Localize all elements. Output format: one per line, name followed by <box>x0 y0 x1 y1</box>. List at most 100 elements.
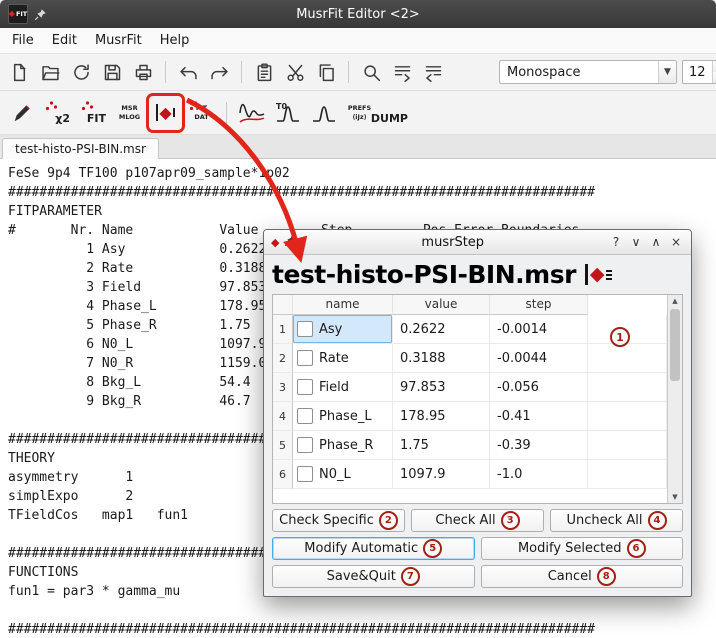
button-label: Check All <box>435 513 495 528</box>
menu-edit[interactable]: Edit <box>43 30 86 51</box>
dialog-body: test-histo-PSI-BIN.msr ◆ namevaluestep 1… <box>264 255 691 596</box>
cancel-button[interactable]: Cancel8 <box>481 565 684 588</box>
dialog-close-button[interactable]: × <box>668 236 684 248</box>
undo-icon[interactable] <box>175 59 201 85</box>
param-checkbox[interactable] <box>297 379 313 395</box>
param-step-cell[interactable]: -0.056 <box>490 373 588 402</box>
menu-file[interactable]: File <box>3 30 43 51</box>
param-name-cell[interactable]: Rate <box>293 344 393 373</box>
annotation-badge-8: 8 <box>597 567 616 586</box>
chevron-down-icon[interactable]: ▼ <box>658 61 676 83</box>
uncheck-all-button[interactable]: Uncheck All4 <box>550 509 683 532</box>
empty-cell <box>588 402 667 431</box>
dialog-unshade-button[interactable]: ∧ <box>648 236 664 248</box>
param-checkbox[interactable] <box>297 350 313 366</box>
tab-msr-file[interactable]: test-histo-PSI-BIN.msr <box>2 138 159 159</box>
copy-icon[interactable] <box>313 59 339 85</box>
cut-icon[interactable] <box>282 59 308 85</box>
param-name-label: Asy <box>319 322 342 337</box>
scroll-down-icon[interactable]: ▼ <box>668 491 682 503</box>
menu-help[interactable]: Help <box>151 30 199 51</box>
column-header-value[interactable]: value <box>393 295 490 315</box>
font-family-value: Monospace <box>500 65 658 80</box>
param-name-cell[interactable]: Phase_R <box>293 431 393 460</box>
dump-icon[interactable]: DUMP <box>380 97 411 129</box>
print-icon[interactable] <box>130 59 156 85</box>
modify-automatic-button[interactable]: Modify Automatic5 <box>272 537 475 560</box>
save-icon[interactable] <box>99 59 125 85</box>
musrfit-app-icon: ◆FIT <box>8 4 28 24</box>
dialog-help-button[interactable]: ? <box>608 236 624 248</box>
toolbar-separator <box>348 61 349 83</box>
param-value-cell[interactable]: 0.3188 <box>393 344 490 373</box>
icon-label: DAT <box>194 113 208 121</box>
column-header-name[interactable]: name <box>293 295 393 315</box>
param-step-cell[interactable]: -1.0 <box>490 460 588 489</box>
scrollbar-thumb[interactable] <box>670 309 680 381</box>
new-file-icon[interactable] <box>6 59 32 85</box>
fourier-icon[interactable] <box>308 97 339 129</box>
pin-icon[interactable] <box>284 234 297 251</box>
table-scrollbar[interactable]: ▲ ▼ <box>667 295 682 503</box>
toolbar-separator <box>226 102 227 124</box>
scroll-up-icon[interactable]: ▲ <box>668 295 682 307</box>
musrfit-data-icon[interactable]: FITDAT <box>186 97 217 129</box>
musrstep-icon[interactable]: ◆ <box>150 97 181 129</box>
t0-icon[interactable]: T0 <box>272 97 303 129</box>
font-family-combobox[interactable]: Monospace ▼ <box>499 60 677 84</box>
param-checkbox[interactable] <box>297 408 313 424</box>
menu-musrfit[interactable]: MusrFit <box>86 30 151 51</box>
toolbar-separator <box>241 61 242 83</box>
screen: { "window": { "title": "MusrFit Editor <… <box>0 0 716 638</box>
paste-icon[interactable] <box>251 59 277 85</box>
param-value-cell[interactable]: 178.95 <box>393 402 490 431</box>
param-value-cell[interactable]: 97.853 <box>393 373 490 402</box>
row-number: 3 <box>273 373 293 402</box>
open-file-icon[interactable] <box>37 59 63 85</box>
window-title: MusrFit Editor <2> <box>0 7 716 22</box>
param-name-cell[interactable]: Field <box>293 373 393 402</box>
font-size-value: 12 <box>683 61 712 83</box>
param-name-cell[interactable]: N0_L <box>293 460 393 489</box>
column-header-step[interactable]: step <box>490 295 588 315</box>
icon-label: FIT <box>87 112 106 126</box>
dialog-shade-button[interactable]: ∨ <box>628 236 644 248</box>
param-checkbox[interactable] <box>297 466 313 482</box>
param-value-cell[interactable]: 0.2622 <box>393 315 490 344</box>
modify-selected-button[interactable]: Modify Selected6 <box>481 537 684 560</box>
check-specific-button[interactable]: Check Specific2 <box>272 509 405 532</box>
param-checkbox[interactable] <box>297 321 313 337</box>
icon-label: χ2 <box>55 112 70 126</box>
musrview-icon[interactable] <box>236 97 267 129</box>
musrwiz-icon[interactable] <box>6 97 37 129</box>
param-step-cell[interactable]: -0.41 <box>490 402 588 431</box>
button-label: Modify Selected <box>518 541 622 556</box>
table-header-row: namevaluestep <box>273 295 667 315</box>
find-icon[interactable] <box>358 59 384 85</box>
swap-msr-mlog-icon[interactable]: MSRMLOG <box>114 97 145 129</box>
find-prev-icon[interactable] <box>420 59 446 85</box>
param-row: 3Field97.853-0.056 <box>273 373 667 402</box>
calc-chisq-icon[interactable]: χ2 <box>42 97 73 129</box>
save-quit-button[interactable]: Save&Quit7 <box>272 565 475 588</box>
reload-icon[interactable] <box>68 59 94 85</box>
param-step-cell[interactable]: -0.0014 <box>490 315 588 344</box>
param-value-cell[interactable]: 1.75 <box>393 431 490 460</box>
musrfit-icon[interactable]: FIT <box>78 97 109 129</box>
parameter-table: namevaluestep 1Asy0.2622-0.00142Rate0.31… <box>272 294 683 504</box>
param-name-cell[interactable]: Phase_L <box>293 402 393 431</box>
param-value-cell[interactable]: 1097.9 <box>393 460 490 489</box>
param-name-cell[interactable]: Asy <box>293 315 393 344</box>
param-checkbox[interactable] <box>297 437 313 453</box>
find-next-icon[interactable] <box>389 59 415 85</box>
window-titlebar[interactable]: ◆FIT MusrFit Editor <2> <box>0 0 716 28</box>
font-size-spinner[interactable]: 12 ▲▼ <box>682 60 716 84</box>
spinner-arrows[interactable]: ▲▼ <box>712 61 716 83</box>
parameter-table-main: namevaluestep 1Asy0.2622-0.00142Rate0.31… <box>273 295 667 503</box>
param-step-cell[interactable]: -0.0044 <box>490 344 588 373</box>
editor-line: FITPARAMETER <box>8 202 716 221</box>
param-step-cell[interactable]: -0.39 <box>490 431 588 460</box>
dialog-titlebar[interactable]: ◆ musrStep ?∨∧× <box>264 230 691 255</box>
redo-icon[interactable] <box>206 59 232 85</box>
check-all-button[interactable]: Check All3 <box>411 509 544 532</box>
